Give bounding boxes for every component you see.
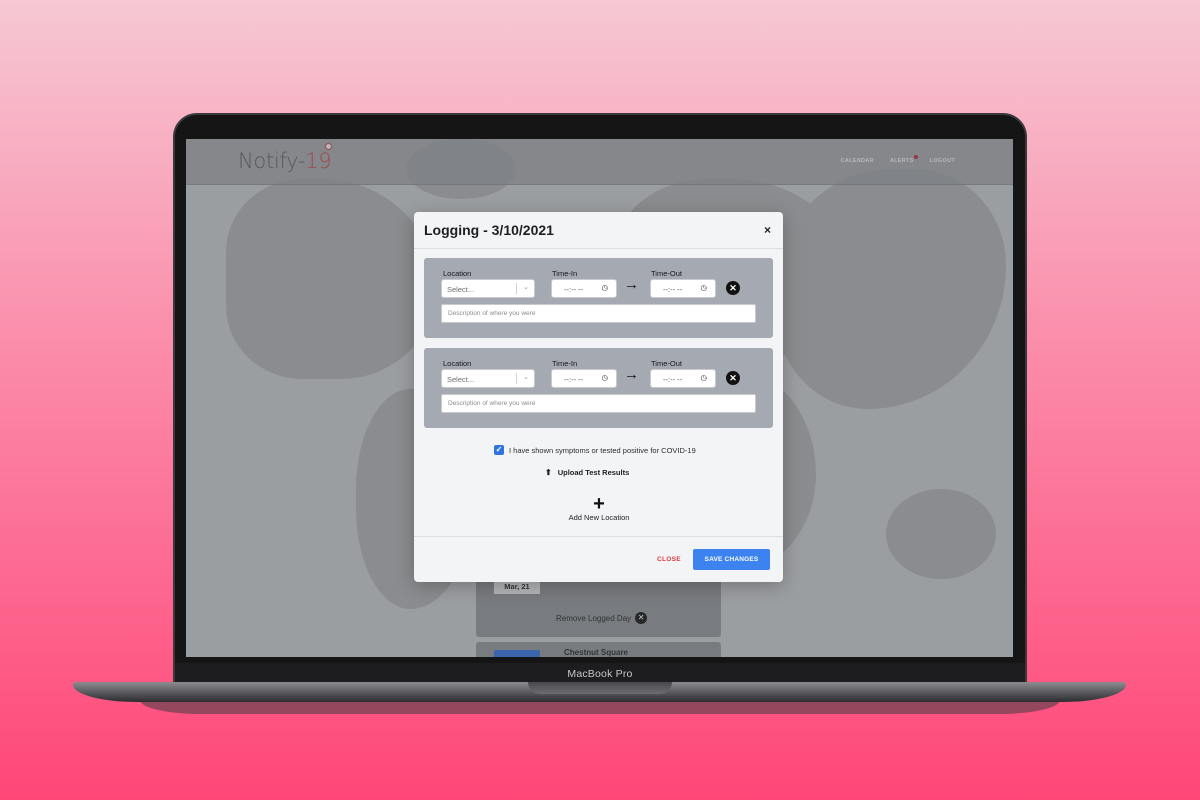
clock-icon: ◷: [601, 283, 608, 292]
close-button[interactable]: CLOSE: [657, 556, 681, 563]
close-icon[interactable]: ×: [764, 223, 771, 237]
time-out-value: --:-- --: [663, 375, 683, 384]
location-entry-2: Location Time-In Time-Out Select... ⌄ --…: [424, 348, 773, 428]
time-in-input[interactable]: --:-- -- ◷: [551, 369, 617, 388]
time-in-value: --:-- --: [564, 375, 584, 384]
location-entry-1: Location Time-In Time-Out Select... ⌄ --…: [424, 258, 773, 338]
location-select-value: Select...: [447, 375, 475, 384]
time-in-label: Time-In: [552, 269, 578, 278]
logging-modal: Logging - 3/10/2021 × Location Time-In T…: [414, 212, 783, 582]
save-changes-button[interactable]: SAVE CHANGES: [693, 549, 770, 570]
clock-icon: ◷: [700, 283, 707, 292]
add-new-location-button[interactable]: + Add New Location: [554, 493, 644, 522]
time-out-label: Time-Out: [651, 359, 682, 368]
add-location-label: Add New Location: [568, 513, 630, 522]
description-input[interactable]: Description of where you were: [441, 394, 756, 413]
chevron-down-icon: ⌄: [523, 284, 529, 291]
location-select[interactable]: Select... ⌄: [441, 279, 535, 298]
symptoms-label: I have shown symptoms or tested positive…: [509, 445, 696, 455]
upload-icon: ⬆: [545, 468, 552, 477]
remove-location-icon[interactable]: ✕: [726, 371, 740, 385]
clock-icon: ◷: [700, 373, 707, 382]
modal-header: Logging - 3/10/2021 ×: [414, 212, 783, 249]
chevron-down-icon: ⌄: [523, 374, 529, 381]
modal-title: Logging - 3/10/2021: [424, 222, 554, 238]
laptop-notch: [528, 682, 672, 694]
upload-label: Upload Test Results: [557, 468, 630, 477]
modal-footer: CLOSE SAVE CHANGES: [414, 536, 783, 582]
time-in-label: Time-In: [552, 359, 578, 368]
description-placeholder: Description of where you were: [448, 400, 536, 407]
symptoms-checkbox[interactable]: ✓: [494, 445, 504, 455]
location-label: Location: [443, 359, 472, 368]
laptop-screen: 06 Mar, 21 Remove Logged Day ✕ Chestnut …: [186, 139, 1013, 657]
time-out-input[interactable]: --:-- -- ◷: [650, 279, 716, 298]
description-placeholder: Description of where you were: [448, 310, 536, 317]
time-out-input[interactable]: --:-- -- ◷: [650, 369, 716, 388]
time-in-value: --:-- --: [564, 285, 584, 294]
remove-location-icon[interactable]: ✕: [726, 281, 740, 295]
device-label: MacBook Pro: [567, 668, 633, 680]
location-label: Location: [443, 269, 472, 278]
clock-icon: ◷: [601, 373, 608, 382]
location-select[interactable]: Select... ⌄: [441, 369, 535, 388]
select-separator: [516, 373, 517, 384]
arrow-right-icon: →: [624, 366, 639, 383]
upload-test-results-button[interactable]: ⬆ Upload Test Results: [545, 468, 629, 477]
laptop-foot: [140, 700, 1060, 714]
location-select-value: Select...: [447, 285, 475, 294]
time-out-label: Time-Out: [651, 269, 682, 278]
arrow-right-icon: →: [624, 276, 639, 293]
description-input[interactable]: Description of where you were: [441, 304, 756, 323]
time-out-value: --:-- --: [663, 285, 683, 294]
plus-icon: +: [593, 493, 605, 515]
time-in-input[interactable]: --:-- -- ◷: [551, 279, 617, 298]
symptoms-checkbox-row[interactable]: ✓ I have shown symptoms or tested positi…: [494, 445, 696, 455]
select-separator: [516, 283, 517, 294]
